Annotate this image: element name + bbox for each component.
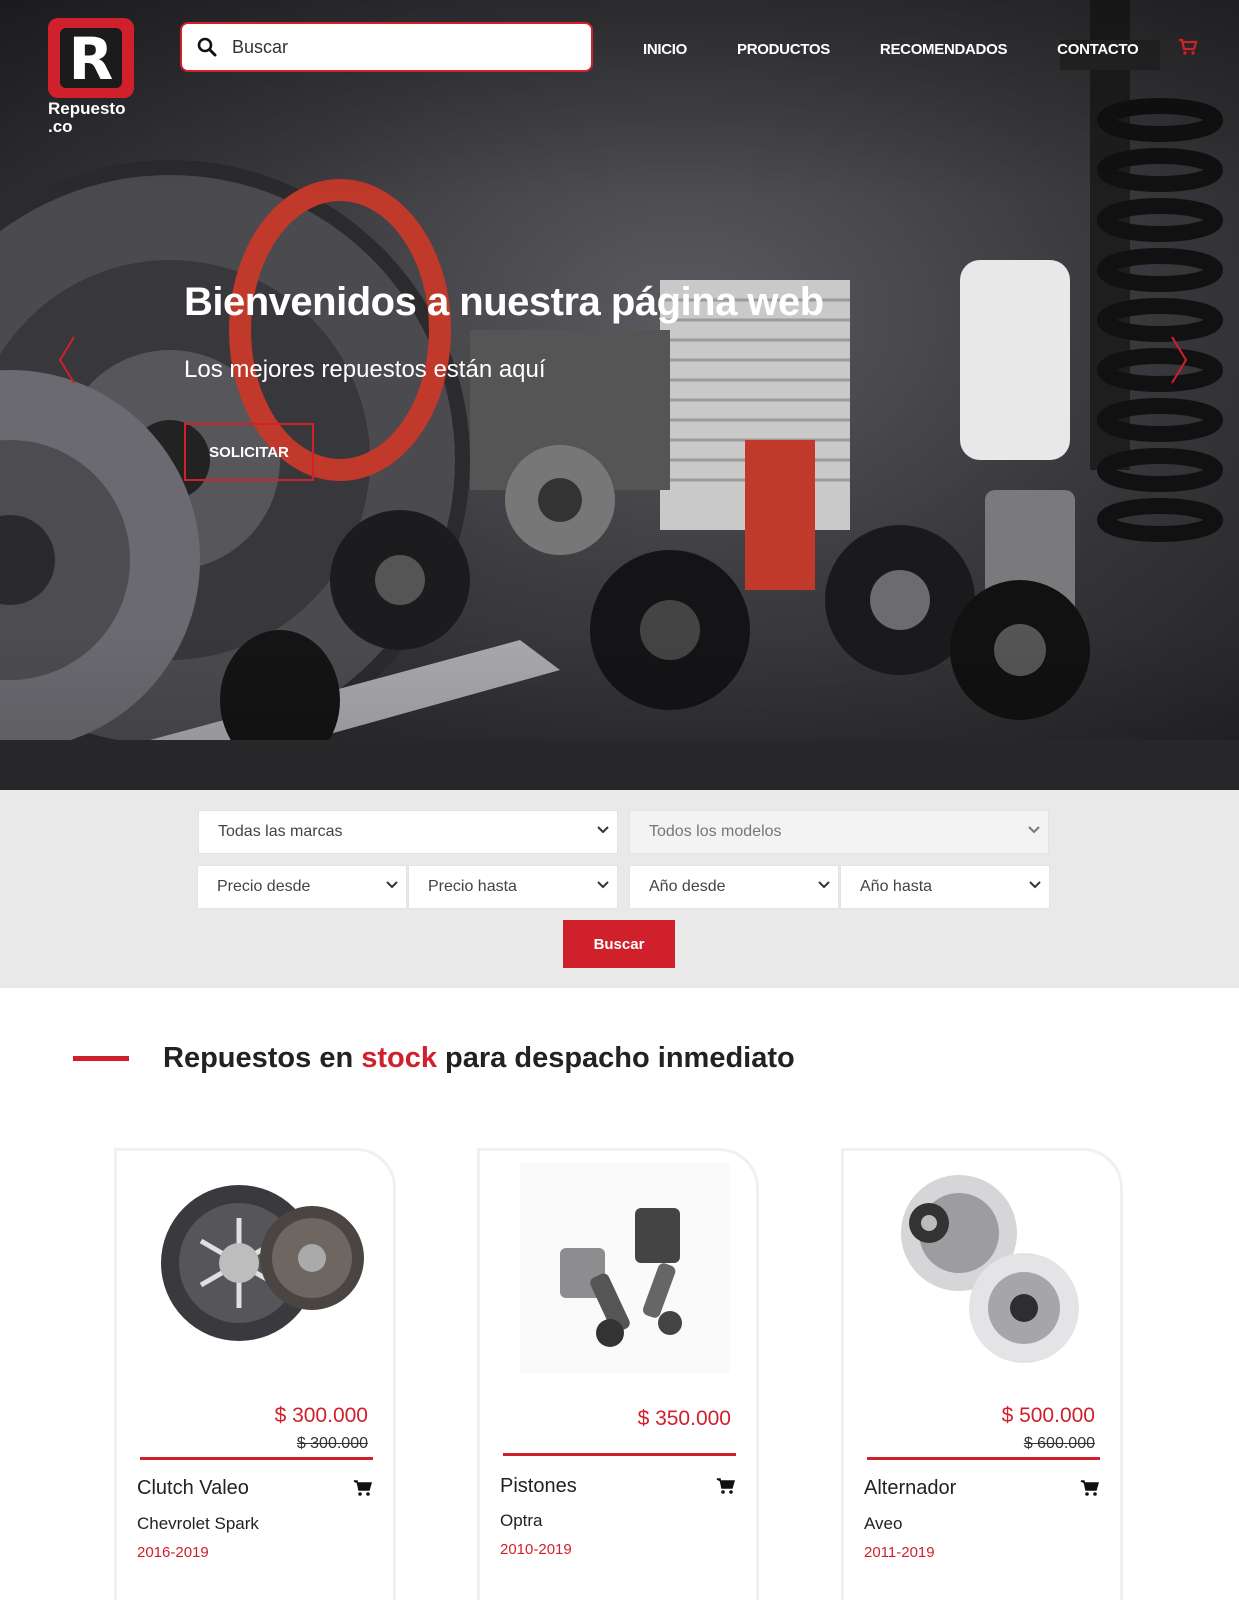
site-logo[interactable]: R Repuesto .co [48,18,138,138]
nav-productos[interactable]: PRODUCTOS [737,41,830,58]
price-from-select[interactable]: Precio desde [197,865,407,909]
price-to-value: Precio hasta [428,878,517,895]
search-bar [180,22,593,72]
chevron-right-icon[interactable] [1166,335,1190,385]
chevron-down-icon [1028,826,1040,834]
clutch-image [161,1185,364,1341]
card-divider [503,1453,736,1456]
nav-contacto[interactable]: CONTACTO [1057,41,1139,58]
hero-subtitle: Los mejores repuestos están aquí [184,356,546,383]
section-title-start: Repuestos en [163,1042,362,1074]
card-divider [867,1457,1100,1460]
product-card-clutch[interactable]: $ 300.000 $ 300.000 Clutch Valeo Chevrol… [114,1148,396,1600]
product-model: Chevrolet Spark [137,1514,259,1533]
logo-brand-suffix: .co [48,117,73,136]
product-model: Aveo [864,1514,903,1533]
brand-select-value: Todas las marcas [218,823,343,840]
chevron-down-icon [1029,881,1041,889]
section-title: Repuestos en stock para despacho inmedia… [163,1042,795,1075]
year-to-select[interactable]: Año hasta [840,865,1050,909]
product-price: $ 500.000 [1001,1404,1095,1427]
model-select-value: Todos los modelos [649,823,782,840]
search-icon[interactable] [182,37,232,57]
year-to-value: Año hasta [860,878,933,895]
logo-brand-name: Repuesto [48,99,126,118]
alternator-image [901,1175,1079,1363]
chevron-down-icon [386,881,398,889]
section-title-end: para despacho inmediato [436,1042,795,1074]
product-price: $ 350.000 [637,1407,731,1430]
nav-inicio[interactable]: INICIO [643,41,687,58]
year-from-select[interactable]: Año desde [629,865,839,909]
product-years: 2016-2019 [137,1544,209,1561]
hero-overlay [0,0,1239,790]
search-input[interactable] [232,36,552,58]
section-accent-bar [73,1056,129,1061]
chevron-down-icon [597,881,609,889]
product-name: Alternador [864,1477,957,1499]
chevron-left-icon[interactable] [56,335,80,385]
chevron-down-icon [818,881,830,889]
product-card-alternador[interactable]: $ 500.000 $ 600.000 Alternador Aveo 2011… [841,1148,1123,1600]
add-to-cart-icon[interactable] [716,1477,736,1500]
product-price: $ 300.000 [274,1404,368,1427]
section-title-highlight: stock [361,1042,437,1074]
logo-mark: R [48,18,134,98]
add-to-cart-icon[interactable] [353,1479,373,1502]
pistons-image [520,1163,730,1373]
brand-select[interactable]: Todas las marcas [198,810,618,854]
product-years: 2011-2019 [864,1544,935,1561]
chevron-down-icon [597,826,609,834]
cart-icon[interactable] [1178,38,1198,61]
solicitar-button[interactable]: SOLICITAR [184,423,314,481]
model-select[interactable]: Todos los modelos [629,810,1049,854]
product-old-price: $ 300.000 [296,1435,368,1452]
price-to-select[interactable]: Precio hasta [408,865,618,909]
card-divider [140,1457,373,1460]
product-years: 2010-2019 [500,1541,572,1558]
logo-letter: R [68,25,114,93]
main-nav: INICIO PRODUCTOS RECOMENDADOS CONTACTO [643,38,1198,61]
product-card-pistones[interactable]: $ 350.000 Pistones Optra 2010-2019 [477,1148,759,1600]
filter-search-button[interactable]: Buscar [563,920,675,968]
product-model: Optra [500,1511,543,1530]
nav-recomendados[interactable]: RECOMENDADOS [880,41,1008,58]
product-name: Clutch Valeo [137,1477,249,1499]
year-from-value: Año desde [649,878,726,895]
add-to-cart-icon[interactable] [1080,1479,1100,1502]
product-old-price: $ 600.000 [1023,1435,1095,1452]
hero-banner [0,0,1239,790]
price-from-value: Precio desde [217,878,311,895]
product-name: Pistones [500,1475,577,1497]
hero-title: Bienvenidos a nuestra página web [184,280,824,324]
